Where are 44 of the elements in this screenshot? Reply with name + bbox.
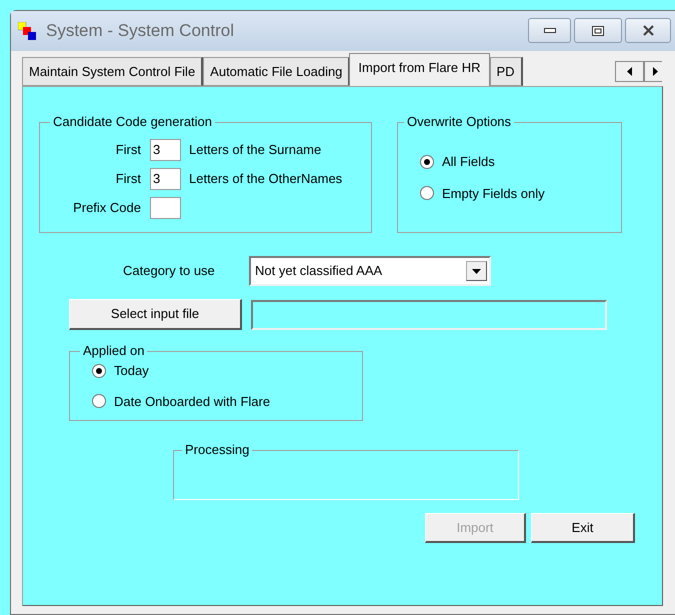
tab[interactable]: PD (490, 57, 523, 86)
group-title: Applied on (82, 343, 146, 359)
field-label: First (114, 170, 142, 188)
right-arrow-icon (652, 67, 658, 76)
select-file-button[interactable]: Select input file (69, 299, 242, 330)
minimize-icon (544, 28, 556, 33)
radio-button[interactable] (92, 394, 106, 408)
category-dropdown[interactable]: Not yet classified AAA (249, 256, 491, 286)
left-arrow-icon (627, 67, 632, 76)
input-field[interactable] (150, 197, 181, 219)
tab[interactable]: Automatic File Loading (203, 57, 350, 86)
input-field[interactable]: 3 (150, 168, 181, 190)
tab[interactable]: Maintain System Control File (22, 57, 204, 86)
radio-button[interactable] (420, 154, 434, 169)
group-title: Candidate Code generation (52, 114, 214, 130)
radio-button[interactable] (92, 364, 106, 378)
radio-label: All Fields (442, 153, 495, 171)
maximize-icon (592, 26, 604, 36)
window-title: System - System Control (46, 20, 234, 42)
radio-button[interactable] (420, 186, 434, 200)
caret-icon (472, 268, 481, 274)
field-label: Prefix Code (72, 199, 142, 218)
group-title: Processing (184, 442, 250, 458)
maximize-button[interactable] (574, 18, 622, 43)
dialog-button[interactable]: Exit (531, 513, 635, 543)
tab-scroll-right-button[interactable] (644, 61, 662, 82)
file-path-field[interactable] (251, 300, 607, 330)
radio-label: Empty Fields only (442, 184, 545, 203)
close-icon (642, 25, 654, 36)
field-label: Letters of the Surname (189, 141, 322, 160)
radio-label: Date Onboarded with Flare (114, 392, 270, 410)
dropdown-arrow-button[interactable] (466, 261, 487, 281)
field-label: Category to use (123, 262, 216, 280)
dropdown-value: Not yet classified AAA (255, 262, 384, 280)
close-button[interactable] (625, 18, 671, 43)
minimize-button[interactable] (528, 18, 571, 43)
app-icon (18, 22, 37, 40)
group-title: Overwrite Options (406, 114, 512, 130)
radio-label: Today (114, 362, 149, 380)
field-label: Letters of the OtherNames (189, 170, 342, 188)
field-label: First (114, 141, 142, 160)
input-field[interactable]: 3 (150, 139, 181, 161)
tab[interactable]: Import from Flare HR (349, 53, 490, 86)
tab-scroll-left-button[interactable] (615, 61, 644, 82)
